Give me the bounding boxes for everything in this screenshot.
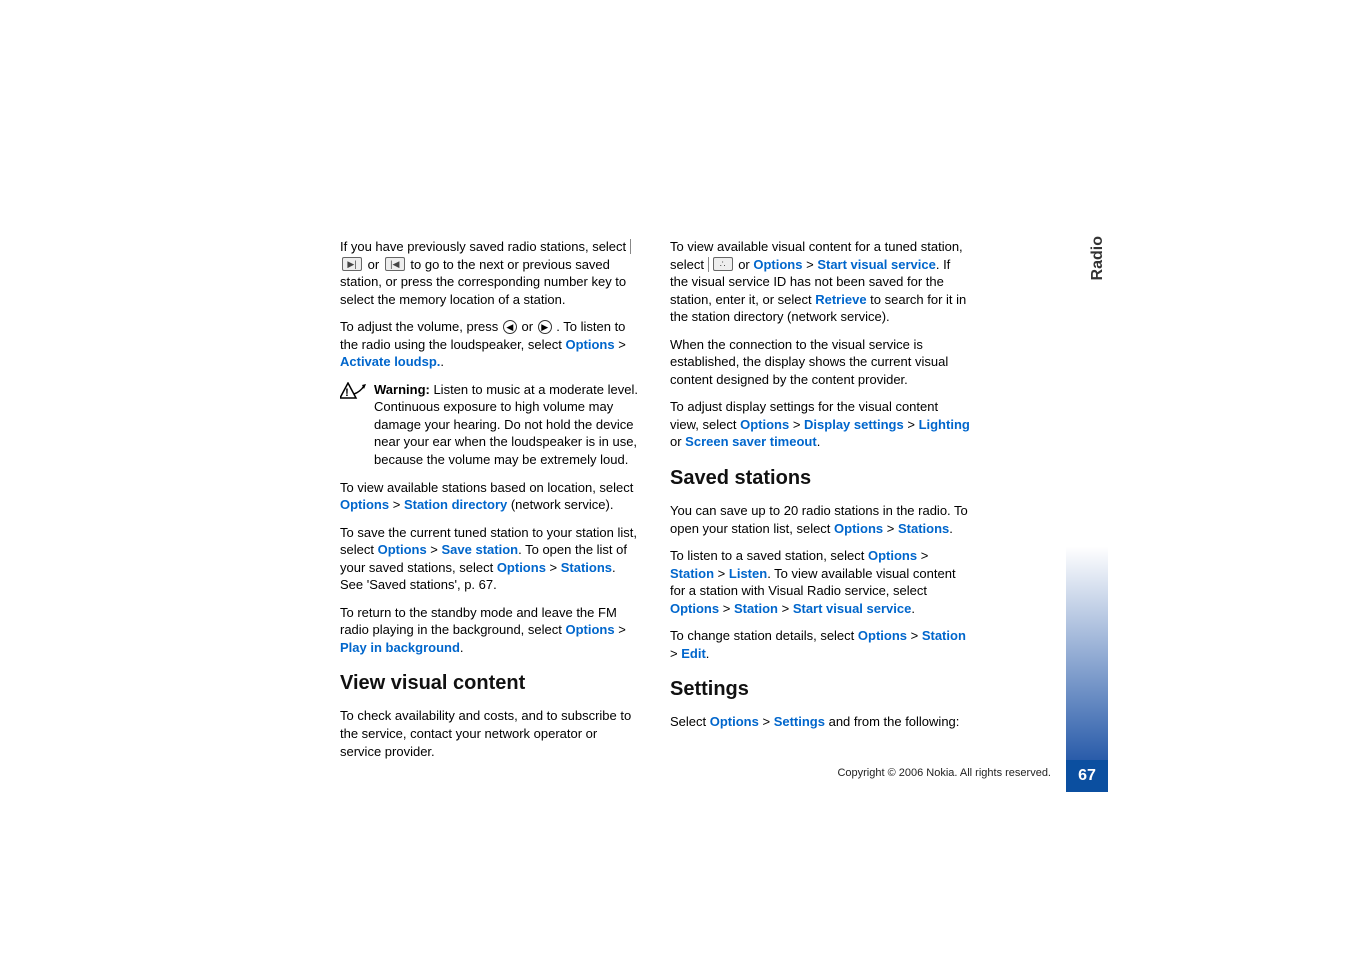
- para-display-settings: To adjust display settings for the visua…: [670, 398, 970, 451]
- warning-block: ! Warning: Listen to music at a moderate…: [340, 381, 640, 469]
- scroll-left-icon: ◀: [503, 320, 517, 334]
- warning-icon: !: [340, 382, 366, 405]
- link-options: Options: [858, 628, 907, 643]
- warning-text: Warning: Listen to music at a moderate l…: [374, 381, 640, 469]
- link-options: Options: [834, 521, 883, 536]
- column-right: To view available visual content for a t…: [670, 238, 970, 770]
- link-start-visual-service: Start visual service: [817, 257, 936, 272]
- prev-icon: |◀: [385, 257, 405, 271]
- link-station-directory: Station directory: [404, 497, 507, 512]
- para-save-up-to-20: You can save up to 20 radio stations in …: [670, 502, 970, 537]
- link-display-settings: Display settings: [804, 417, 904, 432]
- heading-saved-stations: Saved stations: [670, 465, 970, 492]
- link-listen: Listen: [729, 566, 767, 581]
- separator-icon: [630, 239, 631, 254]
- para-change-station-details: To change station details, select Option…: [670, 627, 970, 662]
- link-options: Options: [565, 337, 614, 352]
- link-save-station: Save station: [442, 542, 519, 557]
- link-options: Options: [670, 601, 719, 616]
- link-station: Station: [922, 628, 966, 643]
- link-activate-loudspeaker: Activate loudsp.: [340, 354, 440, 369]
- link-start-visual-service: Start visual service: [793, 601, 912, 616]
- svg-text:!: !: [345, 387, 349, 399]
- link-screen-saver-timeout: Screen saver timeout: [685, 434, 817, 449]
- side-gradient: [1066, 285, 1108, 760]
- para-save-station: To save the current tuned station to you…: [340, 524, 640, 594]
- link-station: Station: [734, 601, 778, 616]
- para-listen-saved: To listen to a saved station, select Opt…: [670, 547, 970, 617]
- separator-icon: [708, 257, 709, 272]
- link-station: Station: [670, 566, 714, 581]
- link-options: Options: [710, 714, 759, 729]
- link-edit: Edit: [681, 646, 706, 661]
- heading-view-visual-content: View visual content: [340, 670, 640, 697]
- para-station-directory: To view available stations based on loca…: [340, 479, 640, 514]
- para-check-availability: To check availability and costs, and to …: [340, 707, 640, 760]
- para-view-visual-tuned: To view available visual content for a t…: [670, 238, 970, 326]
- link-stations: Stations: [898, 521, 949, 536]
- para-saved-stations-nav: If you have previously saved radio stati…: [340, 238, 640, 308]
- link-options: Options: [378, 542, 427, 557]
- link-retrieve: Retrieve: [815, 292, 866, 307]
- link-lighting: Lighting: [919, 417, 970, 432]
- para-select-settings: Select Options > Settings and from the f…: [670, 713, 970, 731]
- page-content: If you have previously saved radio stati…: [340, 238, 975, 770]
- link-options: Options: [740, 417, 789, 432]
- link-options: Options: [497, 560, 546, 575]
- column-left: If you have previously saved radio stati…: [340, 238, 640, 770]
- link-settings: Settings: [774, 714, 825, 729]
- para-connection-established: When the connection to the visual servic…: [670, 336, 970, 389]
- heading-settings: Settings: [670, 676, 970, 703]
- section-tab-radio: Radio: [1089, 236, 1107, 280]
- scroll-right-icon: ▶: [538, 320, 552, 334]
- link-play-in-background: Play in background: [340, 640, 460, 655]
- link-stations: Stations: [561, 560, 612, 575]
- link-options: Options: [753, 257, 802, 272]
- link-options: Options: [340, 497, 389, 512]
- page-number: 67: [1066, 760, 1108, 792]
- link-options: Options: [565, 622, 614, 637]
- visual-service-icon: ∴: [713, 257, 733, 271]
- para-play-background: To return to the standby mode and leave …: [340, 604, 640, 657]
- para-volume-loudspeaker: To adjust the volume, press ◀ or ▶ . To …: [340, 318, 640, 371]
- next-icon: ▶|: [342, 257, 362, 271]
- link-options: Options: [868, 548, 917, 563]
